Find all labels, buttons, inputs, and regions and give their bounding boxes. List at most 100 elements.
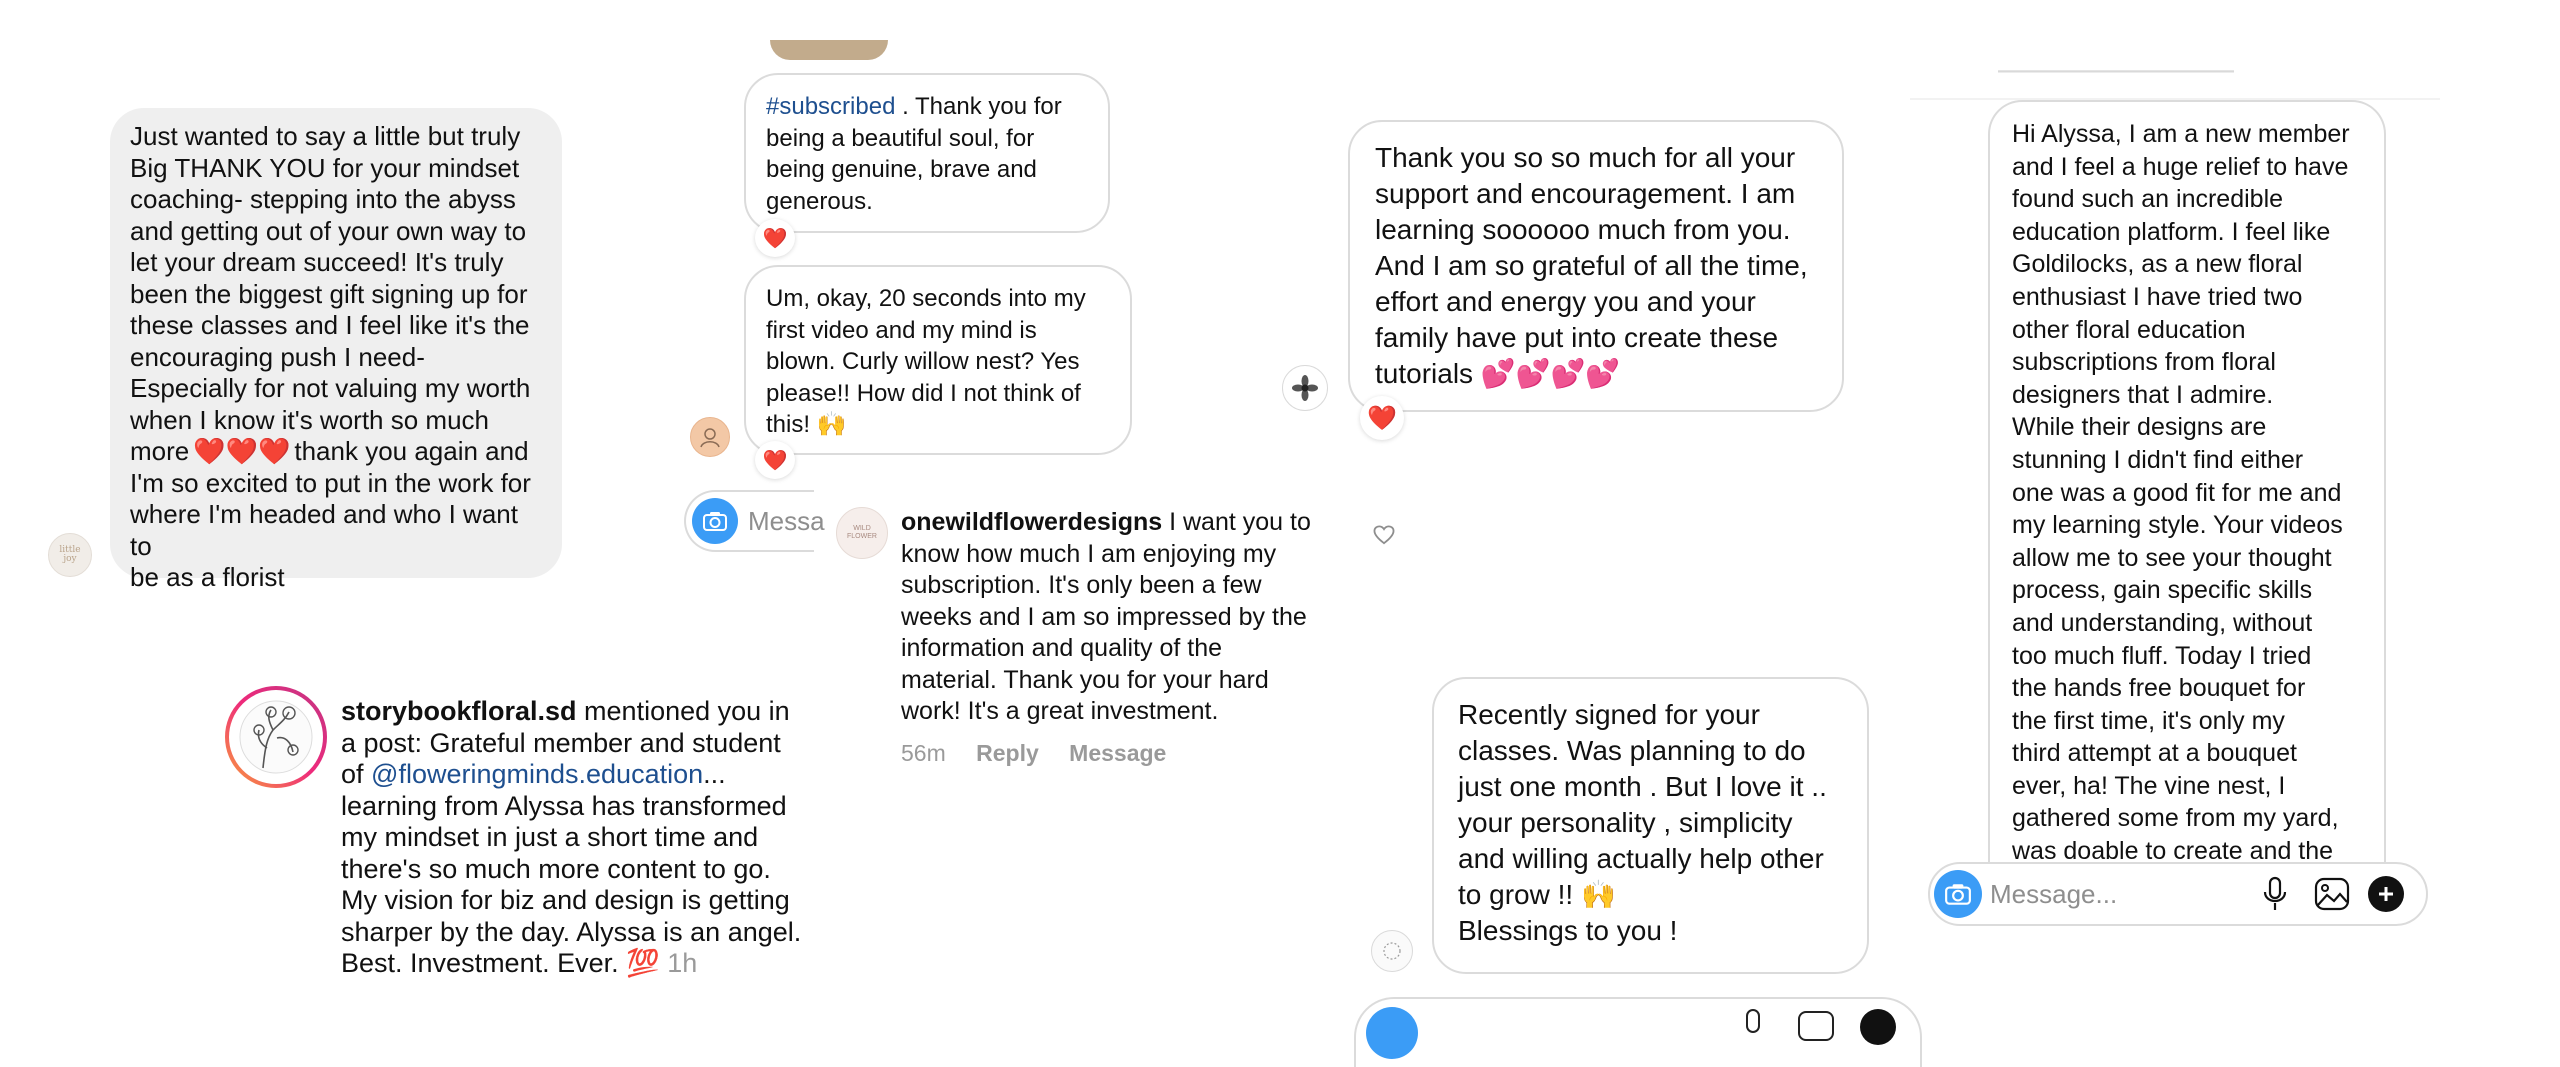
message-line: found such an incredible xyxy=(2012,185,2284,214)
heart-reaction[interactable]: ❤️ xyxy=(755,219,795,257)
notification-text: learning from Alyssa has transformed xyxy=(341,790,787,821)
message-line: and I feel a huge relief to have xyxy=(2012,152,2349,181)
username-link[interactable]: storybookfloral.sd xyxy=(341,696,577,726)
message-input-bar[interactable] xyxy=(1354,997,1922,1067)
message-line: the hands free bouquet for xyxy=(2012,674,2306,703)
message-line: let your dream succeed! It's truly xyxy=(130,247,504,277)
message-text: thank you again and xyxy=(294,436,529,466)
microphone-icon[interactable] xyxy=(1746,1009,1760,1033)
microphone-icon[interactable] xyxy=(2262,876,2288,919)
message-line: encouraging push I need- xyxy=(130,341,425,372)
red-hearts-emoji: ❤️❤️❤️ xyxy=(193,436,291,466)
heart-icon: ❤️ xyxy=(1367,404,1397,432)
message-line: and getting out of your own way to xyxy=(130,215,527,246)
camera-icon xyxy=(1945,884,1971,905)
message-text: to grow !! xyxy=(1458,879,1574,910)
avatar-story-ring[interactable] xyxy=(225,686,327,788)
message-input-placeholder: Messa xyxy=(748,506,825,536)
message-text: And I am so grateful of all the time, xyxy=(1375,250,1808,281)
heart-reaction[interactable]: ❤️ xyxy=(755,441,795,479)
message-text: support and encouragement. I am xyxy=(1375,178,1796,209)
message-bubble-new-member: Hi Alyssa, I am a new member and I feel a… xyxy=(1988,100,2386,880)
message-text: family have put into create these xyxy=(1375,322,1779,353)
notification-text: there's so much more content to go. xyxy=(341,853,771,884)
message-line: one was a good fit for me and xyxy=(2012,478,2342,507)
camera-button[interactable] xyxy=(1934,870,1982,918)
message-line: gathered some from my yard, xyxy=(2012,804,2339,833)
heart-reaction[interactable]: ❤️ xyxy=(1360,396,1404,440)
message-line: too much fluff. Today I tried xyxy=(2012,641,2312,670)
plus-icon[interactable] xyxy=(1860,1009,1896,1045)
message-text: classes. Was planning to do xyxy=(1458,735,1806,766)
message-line: Especially for not valuing my worth xyxy=(130,373,531,403)
comment-text: I want you to xyxy=(1162,508,1311,536)
reply-button[interactable]: Reply xyxy=(976,740,1039,766)
avatar-little-joy: little joy xyxy=(48,533,92,577)
message-line: education platform. I feel like xyxy=(2012,217,2331,246)
message-text: more xyxy=(130,436,190,466)
heart-icon: ❤️ xyxy=(762,227,788,250)
plus-icon[interactable] xyxy=(2368,876,2404,912)
message-line: when I know it's worth so much xyxy=(130,404,489,435)
notification-text: my mindset in just a short time and xyxy=(341,822,759,852)
flower-icon xyxy=(1292,375,1318,401)
message-bubble-subscribed: #subscribed . Thank you for being a beau… xyxy=(744,73,1110,233)
avatar-logo-text: little joy xyxy=(59,545,81,564)
notification-text: ... xyxy=(703,759,726,789)
message-line: process, gain specific skills xyxy=(2012,576,2313,605)
message-line: been the biggest gift signing up for xyxy=(130,278,528,309)
message-text: Thank you so so much for all your xyxy=(1375,142,1796,173)
message-line: be as a florist xyxy=(130,562,285,592)
message-line: and understanding, without xyxy=(2012,608,2313,637)
notification-text: My vision for biz and design is getting xyxy=(341,885,790,915)
avatar-sender xyxy=(690,417,730,457)
camera-icon xyxy=(703,512,727,531)
message-text: Blessings to you ! xyxy=(1458,915,1678,946)
mention-link[interactable]: @floweringminds.education xyxy=(371,759,703,789)
message-line: While their designs are xyxy=(2012,413,2267,442)
message-line: third attempt at a bouquet xyxy=(2012,739,2297,768)
message-text: and willing actually help other xyxy=(1458,843,1824,874)
message-line: stunning I didn't find either xyxy=(2012,445,2304,474)
image-icon[interactable] xyxy=(2314,877,2350,916)
message-text: blown. Curly willow nest? Yes xyxy=(766,348,1080,375)
message-line: Just wanted to say a little but truly xyxy=(130,121,521,151)
avatar-onewildflowerdesigns[interactable]: WILD FLOWER xyxy=(836,507,888,559)
notification-mention: storybookfloral.sd mentioned you in a po… xyxy=(341,696,841,980)
message-input-bar[interactable]: Message... xyxy=(1928,862,2428,926)
message-line: my learning style. Your videos xyxy=(2012,511,2343,540)
message-text: effort and energy you and your xyxy=(1375,286,1756,317)
message-text: just one month . But I love it .. xyxy=(1458,771,1827,802)
comment-text: information and quality of the xyxy=(901,634,1223,662)
message-line: I'm so excited to put in the work for xyxy=(130,467,531,498)
camera-button[interactable] xyxy=(1366,1007,1418,1059)
username-link[interactable]: onewildflowerdesigns xyxy=(901,508,1162,536)
message-bubble-encouragement: Thank you so so much for all your suppor… xyxy=(1348,120,1844,412)
message-line: coaching- stepping into the abyss xyxy=(130,184,516,214)
message-text: Just wanted to say a little but truly Big… xyxy=(130,121,542,594)
sketch-icon xyxy=(1383,942,1401,960)
notification-text: a post: Grateful member and student xyxy=(341,727,781,758)
notification-text: mentioned you in xyxy=(576,696,790,726)
notification-text: sharper by the day. Alyssa is an angel. xyxy=(341,916,802,947)
message-text: Recently signed for your xyxy=(1458,699,1760,730)
comment-text: weeks and I am so impressed by the xyxy=(901,602,1307,631)
image-icon[interactable] xyxy=(1798,1011,1834,1041)
person-icon xyxy=(700,428,720,448)
raised-hands-emoji: 🙌 xyxy=(1580,879,1616,910)
message-line: allow me to see your thought xyxy=(2012,543,2332,572)
heart-outline-icon[interactable] xyxy=(1373,525,1395,547)
message-line: where I'm headed and who I want to xyxy=(130,499,518,561)
avatar-sender-sketch xyxy=(1371,930,1413,972)
message-input-bar[interactable]: Messa xyxy=(684,490,825,552)
message-button[interactable]: Message xyxy=(1069,740,1166,766)
message-line: ever, ha! The vine nest, I xyxy=(2012,771,2286,800)
message-line: Big THANK YOU for your mindset xyxy=(130,152,520,183)
avatar-logo-text: WILD FLOWER xyxy=(847,525,877,540)
message-text: generous. xyxy=(766,187,873,215)
camera-button[interactable] xyxy=(692,498,738,544)
avatar-storybookfloral xyxy=(229,690,323,784)
message-input-placeholder: Message... xyxy=(1990,879,2118,909)
hashtag-link[interactable]: #subscribed xyxy=(766,93,895,120)
message-line: more ❤️❤️❤️ thank you again and xyxy=(130,436,542,468)
